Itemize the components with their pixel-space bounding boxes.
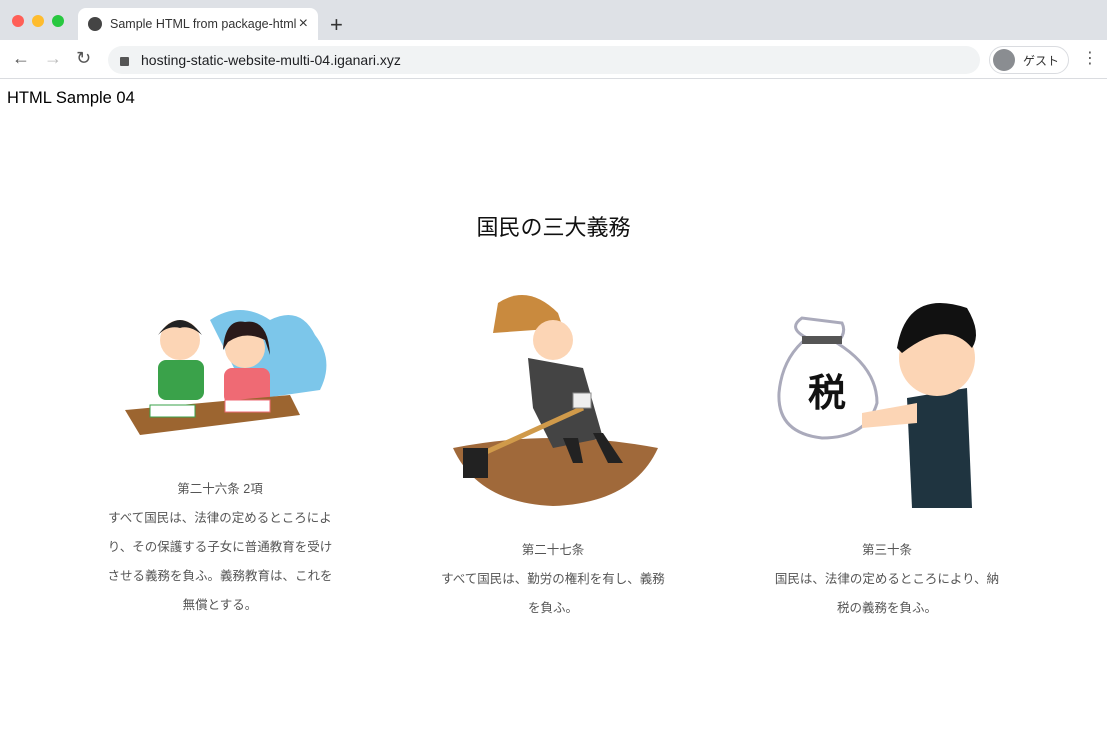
- article-number: 第二十七条: [521, 543, 585, 557]
- worker-digging-illustration: [433, 288, 673, 536]
- duty-education: 第二十六条 2項 すべて国民は、法律の定めるところにより、その保護する子女に普通…: [100, 300, 340, 620]
- browser-toolbar: ← → ↻ hosting-static-website-multi-04.ig…: [0, 40, 1107, 79]
- article-text: すべて国民は、法律の定めるところにより、その保護する子女に普通教育を受けさせる義…: [107, 511, 333, 612]
- browser-tab[interactable]: Sample HTML from package-html ×: [78, 8, 318, 40]
- duty-work: 第二十七条 すべて国民は、勤労の権利を有し、義務を負ふ。: [433, 288, 673, 623]
- man-with-tax-bag-illustration: 税: [767, 288, 1007, 536]
- site-title: HTML Sample 04: [7, 89, 135, 107]
- tab-title: Sample HTML from package-html: [110, 17, 297, 31]
- minimize-window-button[interactable]: [32, 15, 44, 27]
- reload-icon[interactable]: ↻: [76, 48, 91, 69]
- avatar-icon: [993, 49, 1015, 71]
- profile-label: ゲスト: [1023, 53, 1060, 68]
- article-text: 国民は、法律の定めるところにより、納税の義務を負ふ。: [774, 572, 1000, 615]
- maximize-window-button[interactable]: [52, 15, 64, 27]
- tax-bag-label: 税: [808, 373, 846, 415]
- children-studying-illustration: [100, 300, 340, 475]
- profile-button[interactable]: ゲスト: [989, 46, 1069, 74]
- article-number: 第二十六条 2項: [177, 482, 263, 496]
- forward-icon[interactable]: →: [44, 48, 62, 69]
- url-text: hosting-static-website-multi-04.iganari.…: [141, 52, 401, 68]
- duty-tax: 税 第三十条 国民は、法律の定めるところにより、納税の義務を負ふ。: [767, 288, 1007, 623]
- page-heading: 国民の三大義務: [476, 215, 631, 240]
- article-text: すべて国民は、勤労の権利を有し、義務を負ふ。: [441, 572, 665, 615]
- globe-icon: [88, 17, 102, 31]
- tab-bar: Sample HTML from package-html × +: [0, 0, 1107, 40]
- close-window-button[interactable]: [12, 15, 24, 27]
- menu-icon[interactable]: ⋮: [1082, 48, 1098, 68]
- new-tab-button[interactable]: +: [330, 12, 343, 38]
- address-bar[interactable]: hosting-static-website-multi-04.iganari.…: [108, 46, 980, 74]
- close-tab-icon[interactable]: ×: [299, 15, 308, 33]
- back-icon[interactable]: ←: [12, 48, 30, 69]
- lock-icon: [120, 57, 129, 66]
- article-number: 第三十条: [861, 543, 912, 557]
